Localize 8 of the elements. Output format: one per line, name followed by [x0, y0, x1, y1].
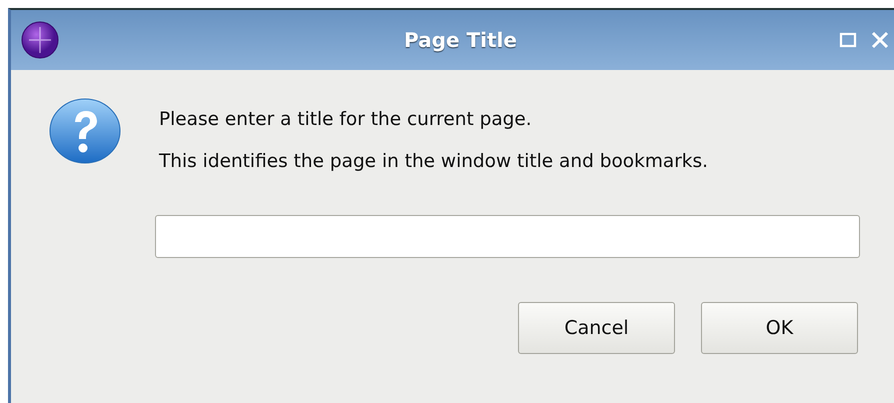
title-input-field[interactable]: [155, 215, 860, 258]
message-text: This identifies the page in the window title and bookmarks.: [159, 150, 708, 174]
app-logo-icon: [21, 21, 59, 59]
question-icon: [49, 98, 121, 164]
message-text: Please enter a title for the current page.: [159, 108, 533, 132]
cancel-button[interactable]: Cancel: [518, 302, 675, 354]
ok-button[interactable]: OK: [701, 302, 858, 354]
window-title: Page Title: [403, 27, 518, 54]
